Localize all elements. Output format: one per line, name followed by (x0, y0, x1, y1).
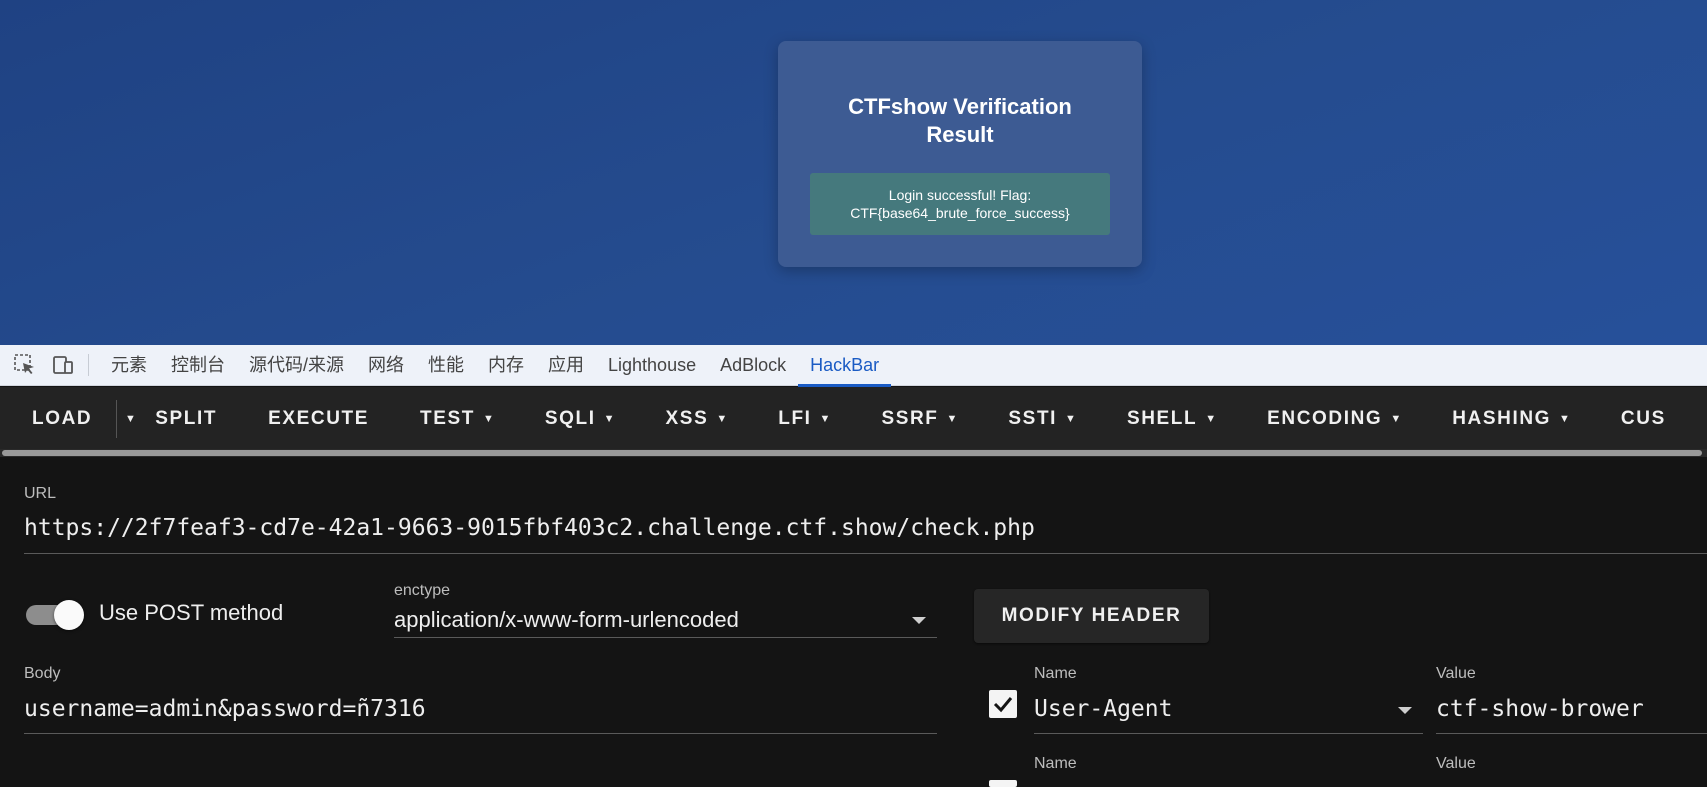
tab-memory[interactable]: 内存 (476, 345, 536, 386)
encoding-menu-button[interactable]: ENCODING ▼ (1235, 387, 1420, 451)
hackbar-toolbar: LOAD ▼ SPLIT EXECUTE TEST ▼ SQLI ▼ XSS ▼ LF… (0, 387, 1707, 451)
tab-console[interactable]: 控制台 (159, 345, 237, 386)
verification-card: CTFshow Verification Result Login succes… (778, 41, 1142, 267)
header-value-label: Value (1436, 755, 1476, 772)
tab-application[interactable]: 应用 (536, 345, 596, 386)
url-underline (24, 553, 1707, 554)
header-name-label: Name (1034, 665, 1077, 682)
header-value-label: Value (1436, 665, 1476, 682)
execute-button[interactable]: EXECUTE (236, 387, 388, 451)
result-line-2: CTF{base64_brute_force_success} (850, 205, 1070, 221)
header-enabled-checkbox[interactable] (989, 780, 1017, 787)
scrollbar-thumb[interactable] (2, 450, 1702, 456)
tab-sources[interactable]: 源代码/来源 (237, 345, 356, 386)
post-method-label: Use POST method (99, 600, 284, 625)
tab-performance[interactable]: 性能 (416, 345, 476, 386)
custom-menu-button[interactable]: CUS (1589, 387, 1685, 451)
card-title: CTFshow Verification Result (848, 94, 1072, 147)
xss-menu-button[interactable]: XSS ▼ (634, 387, 747, 451)
body-underline (24, 733, 937, 734)
tab-elements[interactable]: 元素 (99, 345, 159, 386)
chevron-down-icon (1398, 707, 1412, 714)
web-page: CTFshow Verification Result Login succes… (0, 0, 1707, 345)
inspect-element-icon[interactable] (10, 350, 40, 380)
header-name-underline (1034, 733, 1423, 734)
header-enabled-checkbox[interactable] (989, 690, 1017, 718)
split-button[interactable]: SPLIT (145, 387, 236, 451)
result-message: Login successful! Flag: CTF{base64_brute… (810, 173, 1110, 235)
devtools-tab-bar: 元素 控制台 源代码/来源 网络 性能 内存 应用 Lighthouse AdB… (0, 345, 1707, 387)
device-toolbar-icon[interactable] (48, 350, 78, 380)
load-dropdown-caret-icon[interactable]: ▼ (117, 387, 145, 451)
chevron-down-icon: ▼ (946, 413, 958, 425)
url-label: URL (24, 485, 57, 502)
header-value-underline (1436, 733, 1707, 734)
modify-header-button[interactable]: MODIFY HEADER (974, 589, 1209, 643)
toolbar-divider (88, 354, 89, 376)
hashing-menu-button[interactable]: HASHING ▼ (1420, 387, 1589, 451)
result-line-1: Login successful! Flag: (888, 187, 1032, 203)
url-input[interactable]: https://2f7feaf3-cd7e-42a1-9663-9015fbf4… (24, 515, 1035, 541)
chevron-down-icon: ▼ (1390, 413, 1402, 425)
shell-menu-button[interactable]: SHELL ▼ (1095, 387, 1235, 451)
enctype-label: enctype (394, 582, 451, 599)
lfi-menu-button[interactable]: LFI ▼ (746, 387, 849, 451)
chevron-down-icon: ▼ (1559, 413, 1570, 425)
body-label: Body (24, 665, 61, 682)
chevron-down-icon (912, 617, 926, 624)
ssrf-menu-button[interactable]: SSRF ▼ (849, 387, 976, 451)
toolbar-scrollbar[interactable] (0, 449, 1707, 457)
ssti-menu-button[interactable]: SSTI ▼ (976, 387, 1095, 451)
tab-adblock[interactable]: AdBlock (708, 345, 798, 386)
header-name-input[interactable]: User-Agent (1034, 696, 1172, 722)
chevron-down-icon: ▼ (1065, 413, 1076, 425)
tab-lighthouse[interactable]: Lighthouse (596, 345, 708, 386)
header-value-input[interactable]: ctf-show-brower (1436, 696, 1644, 722)
chevron-down-icon: ▼ (483, 413, 494, 425)
body-input[interactable]: username=admin&password=ñ7316 (24, 696, 426, 722)
load-button[interactable]: LOAD (0, 387, 116, 451)
post-method-toggle[interactable] (26, 600, 84, 630)
chevron-down-icon: ▼ (1205, 413, 1217, 425)
header-name-label: Name (1034, 755, 1077, 772)
tab-hackbar[interactable]: HackBar (798, 345, 892, 387)
sqli-menu-button[interactable]: SQLI ▼ (513, 387, 634, 451)
checkmark-icon (993, 697, 1013, 713)
enctype-underline (394, 637, 937, 638)
chevron-down-icon: ▼ (603, 413, 615, 425)
test-menu-button[interactable]: TEST ▼ (388, 387, 513, 451)
chevron-down-icon: ▼ (819, 413, 831, 425)
chevron-down-icon: ▼ (716, 413, 728, 425)
enctype-select[interactable]: application/x-www-form-urlencoded (394, 607, 739, 633)
tab-network[interactable]: 网络 (356, 345, 416, 386)
